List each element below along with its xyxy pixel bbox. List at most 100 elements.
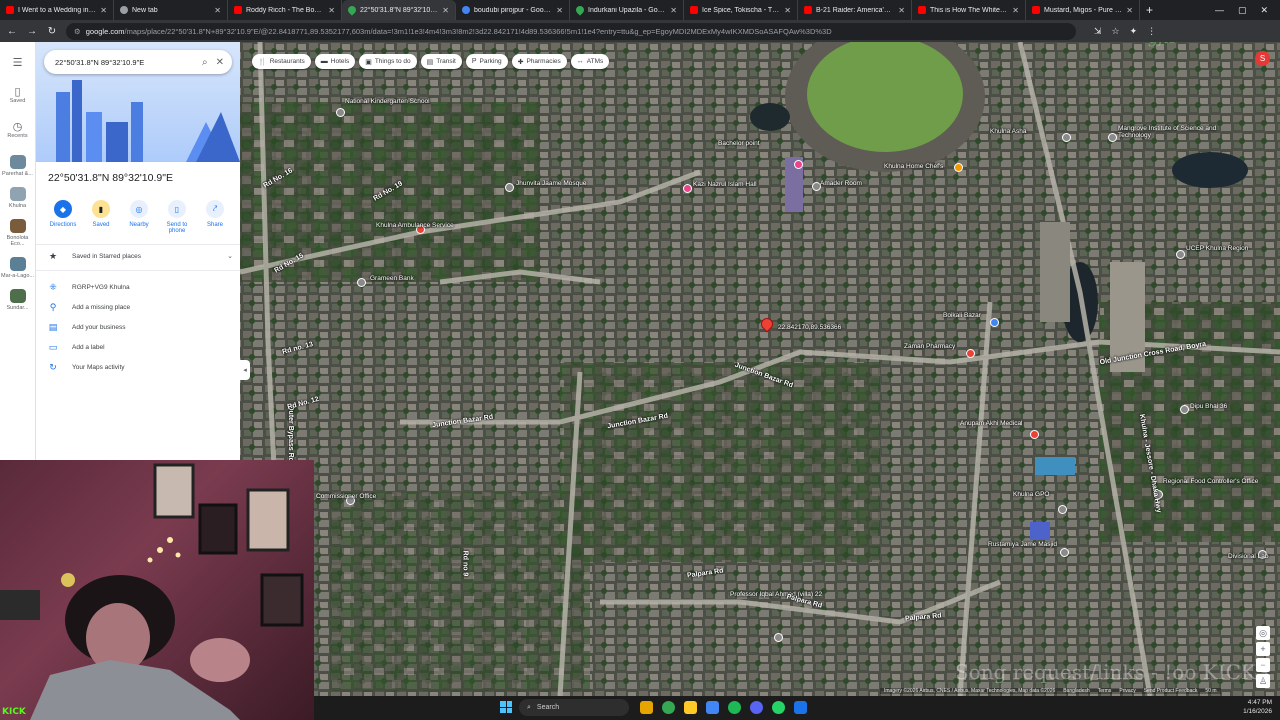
nearby-button[interactable]: ◎ Nearby — [120, 200, 158, 234]
new-tab-button[interactable]: + — [1140, 3, 1159, 17]
rail-saved[interactable]: ▯ Saved — [0, 85, 35, 104]
my-location-icon[interactable]: ◎ — [1256, 626, 1270, 640]
place-label[interactable]: Bachelor point — [718, 140, 760, 147]
place-label[interactable]: Dipu Bhai 36 — [1190, 403, 1227, 410]
saved-in-row[interactable]: ★ Saved in Starred places ⌄ — [48, 249, 233, 263]
chip-atms[interactable]: ↔ ATMs — [570, 54, 610, 69]
tab-close-icon[interactable]: ✕ — [670, 6, 677, 15]
taskbar-app-icon[interactable] — [750, 701, 763, 714]
system-clock[interactable]: 4:47 PM 1/16/2026 — [1243, 698, 1272, 716]
taskbar-app-icon[interactable] — [772, 701, 785, 714]
tab-close-icon[interactable]: ✕ — [784, 6, 791, 15]
place-pin-icon[interactable] — [336, 108, 345, 117]
chip-restaurants[interactable]: 🍴 Restaurants — [252, 54, 311, 69]
place-label[interactable]: Divisional Lab — [1228, 553, 1268, 560]
browser-tab[interactable]: New tab ✕ — [114, 0, 228, 20]
tab-close-icon[interactable]: ✕ — [898, 6, 905, 15]
start-button[interactable] — [500, 701, 512, 713]
place-label[interactable]: Kazi Nazrul Islam Hall — [693, 181, 757, 188]
attribution-item[interactable]: Send Product Feedback — [1144, 688, 1198, 694]
taskbar-app-icon[interactable] — [706, 701, 719, 714]
install-app-icon[interactable]: ⇲ — [1094, 26, 1102, 37]
place-pin-icon[interactable] — [683, 184, 692, 193]
recent-place[interactable]: Khulna — [0, 187, 35, 209]
attribution-item[interactable]: Privacy — [1119, 688, 1135, 694]
place-label[interactable]: Grameen Bank — [370, 275, 414, 282]
place-pin-icon[interactable] — [954, 163, 963, 172]
directions-button[interactable]: ◆ Directions — [44, 200, 82, 234]
tab-close-icon[interactable]: ✕ — [556, 6, 563, 15]
place-pin-icon[interactable] — [1180, 405, 1189, 414]
place-label[interactable]: Khulna Asha — [990, 128, 1027, 135]
address-bar[interactable]: ⚙ google.com/maps/place/22°50'31.8"N+89°… — [66, 22, 1076, 40]
place-pin-icon[interactable] — [990, 318, 999, 327]
maximize-icon[interactable]: ▢ — [1238, 5, 1247, 16]
site-info-icon[interactable]: ⚙ — [74, 27, 81, 36]
place-label[interactable]: Rustamiya Jame Masjid — [988, 541, 1057, 548]
place-pin-icon[interactable] — [1108, 133, 1117, 142]
tab-close-icon[interactable]: ✕ — [1012, 6, 1019, 15]
browser-tab[interactable]: 22°50'31.8"N 89°32'10.9"E - G ✕ — [342, 0, 456, 20]
rail-recents[interactable]: ◷ Recents — [0, 120, 35, 139]
account-avatar[interactable]: S — [1255, 51, 1270, 66]
search-icon[interactable]: ⌕ — [202, 57, 208, 68]
browser-tab[interactable]: boudubi pirojpur - Google Se✕ — [456, 0, 570, 20]
place-label[interactable]: Commissioner Office — [316, 493, 376, 500]
tab-close-icon[interactable]: ✕ — [214, 6, 221, 15]
place-pin-icon[interactable] — [794, 160, 803, 169]
browser-tab[interactable]: Mustard, Migos - Pure Water ✕ — [1026, 0, 1140, 20]
place-pin-icon[interactable] — [1176, 250, 1185, 259]
place-label[interactable]: Khulna Ambulance Service — [376, 222, 454, 229]
recent-place[interactable]: Parerhat &... — [0, 155, 35, 177]
place-label[interactable]: Amader Room — [820, 180, 862, 187]
back-icon[interactable]: ← — [6, 26, 18, 37]
minimize-icon[interactable]: — — [1215, 5, 1224, 15]
taskbar-app-icon[interactable] — [728, 701, 741, 714]
place-pin-icon[interactable] — [774, 633, 783, 642]
place-label[interactable]: Khulna Home Chef's — [884, 163, 943, 170]
menu-icon[interactable]: ⋮ — [1147, 26, 1156, 37]
search-input[interactable] — [55, 57, 194, 67]
chip-things-to-do[interactable]: ▣ Things to do — [359, 54, 417, 69]
place-pin-icon[interactable] — [1030, 430, 1039, 439]
place-pin-icon[interactable] — [357, 278, 366, 287]
chip-transit[interactable]: ▤ Transit — [420, 54, 462, 69]
tab-close-icon[interactable]: ✕ — [100, 6, 107, 15]
forward-icon[interactable]: → — [26, 26, 38, 37]
panel-row[interactable]: ▭ Add a label — [48, 340, 233, 354]
browser-tab[interactable]: Roddy Ricch - The Box [Offici ✕ — [228, 0, 342, 20]
panel-row[interactable]: ▤ Add your business — [48, 320, 233, 334]
place-pin-icon[interactable] — [1058, 505, 1067, 514]
place-label[interactable]: Zaman Pharmacy — [904, 343, 955, 350]
taskbar-app-icon[interactable] — [794, 701, 807, 714]
tab-close-icon[interactable]: ✕ — [1126, 6, 1133, 15]
panel-row[interactable]: ⁜ RGRP+VG9 Khulna — [48, 280, 233, 294]
taskbar-search[interactable]: ⌕ Search — [519, 699, 629, 716]
extensions-icon[interactable]: ✦ — [1130, 26, 1138, 37]
place-pin-icon[interactable] — [1062, 133, 1071, 142]
recent-place[interactable]: Mar-a-Lago... — [0, 257, 35, 279]
chip-parking[interactable]: P Parking — [465, 54, 508, 69]
place-label[interactable]: UCEP Khulna Region — [1186, 245, 1248, 252]
tab-close-icon[interactable]: ✕ — [328, 6, 335, 15]
place-label[interactable]: Anupam Akhi Medical — [960, 420, 1023, 427]
chip-hotels[interactable]: ▬ Hotels — [314, 54, 356, 69]
bookmark-star-icon[interactable]: ☆ — [1112, 26, 1120, 37]
place-label[interactable]: Boikali Bazar — [943, 312, 981, 319]
browser-tab[interactable]: I Went to a Wedding in a Ru ✕ — [0, 0, 114, 20]
recent-place[interactable]: Bonolota Eco... — [0, 219, 35, 247]
send-to-phone-button[interactable]: ▯ Send to phone — [158, 200, 196, 234]
tab-close-icon[interactable]: ✕ — [442, 6, 449, 15]
place-label[interactable]: Regional Food Controller's Office — [1163, 478, 1258, 485]
place-label[interactable]: Khulna GPO — [1013, 491, 1050, 498]
taskbar-app-icon[interactable] — [684, 701, 697, 714]
taskbar-app-icon[interactable] — [662, 701, 675, 714]
chevron-down-icon[interactable]: ⌄ — [227, 252, 233, 260]
close-icon[interactable]: ✕ — [216, 57, 224, 68]
browser-tab[interactable]: Ice Spice, Tokischa - Thootie ✕ — [684, 0, 798, 20]
reload-icon[interactable]: ↻ — [46, 26, 58, 37]
panel-row[interactable]: ↻ Your Maps activity — [48, 360, 233, 374]
browser-tab[interactable]: B-21 Raider: America's Most A ✕ — [798, 0, 912, 20]
close-window-icon[interactable]: ✕ — [1260, 5, 1268, 16]
place-label[interactable]: Jhunvita Jaame Mosque — [516, 180, 586, 187]
